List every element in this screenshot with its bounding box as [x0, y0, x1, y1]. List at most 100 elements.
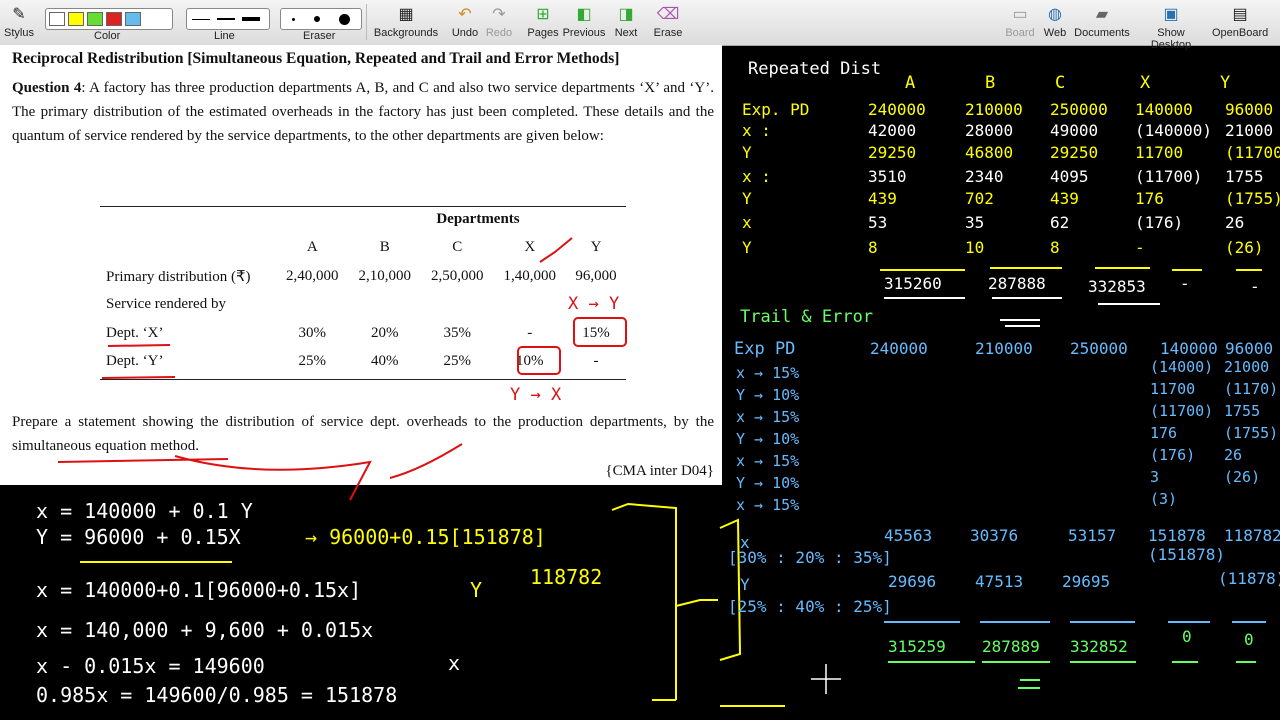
line-thin-option[interactable] [192, 18, 210, 20]
departments-table: Departments A B C X Y Primary distributi… [100, 205, 626, 376]
table-cell [276, 291, 349, 320]
te-step: Y → 10% [736, 474, 799, 492]
rep-cell: (140000) [1135, 121, 1212, 140]
color-white-swatch[interactable] [49, 12, 65, 26]
col-header-c: C [452, 239, 463, 256]
te-step: x → 15% [736, 452, 799, 470]
te-steps: x → 15% Y → 10% x → 15% Y → 10% x → 15% Y → 1… [736, 364, 799, 514]
backgrounds-button[interactable]: ▦ Backgrounds [372, 0, 440, 45]
rep-cell: 96000 [1225, 100, 1273, 119]
repeated-rules [880, 267, 1262, 327]
color-green-swatch[interactable] [87, 12, 103, 26]
equation-line: 0.985x = 149600/0.985 = 151878 [36, 683, 397, 707]
toolbar: ✎ Stylus Color Line Eraser ▦ Backgrounds… [0, 0, 1280, 51]
te-y-cell: (1755) [1224, 424, 1278, 442]
eraser-large-option[interactable] [339, 13, 350, 25]
te-y-value: 47513 [975, 572, 1023, 591]
equation-result-block: → 96000+0.15[151878] Y 118782 [305, 525, 602, 602]
source-citation: {CMA inter D04} [605, 463, 714, 479]
stylus-tool[interactable]: ✎ Stylus [2, 0, 36, 45]
rep-cell: (11700) [1135, 167, 1202, 186]
repeated-title: Repeated Dist [748, 59, 881, 79]
rep-cell: 1755 [1225, 167, 1264, 186]
web-button[interactable]: ◍ Web [1041, 0, 1069, 45]
table-cell: 20% [371, 324, 399, 341]
color-blue-swatch[interactable] [125, 12, 141, 26]
rep-row-label: Y [742, 189, 752, 208]
rep-cell: 26 [1225, 213, 1244, 232]
rep-cell: (11700) [1225, 143, 1280, 162]
te-exp-value: 140000 [1160, 339, 1218, 358]
line-thick-option[interactable] [242, 17, 260, 21]
openboard-menu-button[interactable]: ▤ OpenBoard [1212, 0, 1268, 45]
eraser-size-group [280, 8, 362, 30]
eraser-small-option[interactable] [292, 17, 295, 21]
te-x-value: 45563 [884, 526, 932, 545]
rep-col-header: X [1140, 73, 1151, 93]
pages-button[interactable]: ⊞ Pages [526, 0, 560, 45]
rep-cell: 439 [868, 189, 897, 208]
table-group-header-row: Departments [100, 205, 626, 234]
te-y-value: 29695 [1062, 572, 1110, 591]
undo-button[interactable]: ↶ Undo [448, 0, 482, 45]
te-totals: 315259 287889 332852 0 0 [888, 627, 1254, 656]
te-x-value: 53157 [1068, 526, 1116, 545]
te-x-value: 151878 [1148, 526, 1206, 545]
table-row: Dept. ‘X’ 30% 20% 35% - 15% [100, 319, 626, 348]
eraser-medium-option[interactable] [314, 16, 320, 22]
y-result-value: 118782 [530, 565, 602, 589]
line-label: Line [214, 30, 235, 42]
rep-col-header: C [1055, 73, 1065, 93]
color-palette [45, 8, 173, 30]
te-x-cell: 176 [1150, 424, 1177, 442]
table-row: Primary distribution (₹) 2,40,000 2,10,0… [100, 262, 626, 291]
previous-button[interactable]: ◧ Previous [562, 0, 606, 45]
equation-line: x - 0.015x = 149600 [36, 654, 265, 678]
rep-cell: 35 [965, 213, 984, 232]
rep-col-header: Y [1220, 73, 1230, 93]
board-button[interactable]: ▭ Board [1003, 0, 1037, 45]
table-cell: 25% [298, 353, 327, 370]
equation-note: Y [470, 578, 482, 602]
table-cell: 1,40,000 [503, 267, 557, 284]
next-page-icon: ◨ [618, 6, 634, 23]
documents-button[interactable]: ▰ Documents [1074, 0, 1130, 45]
te-x-cell: 3 [1150, 468, 1159, 486]
arrow-stroke [675, 599, 718, 607]
rep-col-header: A [905, 73, 915, 93]
table-cell [421, 291, 494, 320]
redo-button[interactable]: ↷ Redo [484, 0, 514, 45]
te-y-column: 21000 (1170) 1755 (1755) 26 (26) [1224, 358, 1278, 486]
prepare-paragraph: Prepare a statement showing the distribu… [12, 414, 714, 454]
col-header-b: B [379, 239, 390, 256]
folder-icon: ▰ [1095, 6, 1109, 23]
repeated-distribution: Repeated Dist A B C X Y [748, 59, 1230, 93]
color-red-swatch[interactable] [106, 12, 122, 26]
te-x-value: 118782 [1224, 526, 1280, 545]
line-medium-option[interactable] [217, 18, 235, 20]
trail-error-section: Trail & Error Exp PD [734, 307, 873, 359]
show-desktop-button[interactable]: ▣ Show Desktop [1136, 0, 1206, 51]
col-header-a: A [306, 239, 318, 256]
table-cell: 40% [371, 353, 399, 370]
rep-cell: 53 [868, 213, 887, 232]
rep-total: - [1180, 274, 1190, 293]
te-total: 332852 [1070, 637, 1128, 656]
rep-cell: - [1135, 238, 1145, 257]
te-x-cell: (3) [1150, 490, 1177, 508]
bracket-stroke [719, 518, 742, 661]
row-label: Dept. ‘Y’ [106, 353, 164, 370]
rep-cell: 176 [1135, 189, 1164, 208]
next-button[interactable]: ◨ Next [612, 0, 640, 45]
color-yellow-swatch[interactable] [68, 12, 84, 26]
rep-cell: 2340 [965, 167, 1004, 186]
row-label: Dept. ‘X’ [106, 324, 164, 341]
rep-cell: 140000 [1135, 100, 1193, 119]
table-cell: 2,50,000 [431, 267, 484, 284]
rep-cell: 29250 [1050, 143, 1098, 162]
erase-button[interactable]: ⌫ Erase [652, 0, 684, 45]
te-y-cell: 1755 [1224, 402, 1260, 420]
te-x-cell: (11700) [1150, 402, 1213, 420]
table-cell: 25% [443, 353, 472, 370]
rep-row-label: Y [742, 143, 752, 162]
